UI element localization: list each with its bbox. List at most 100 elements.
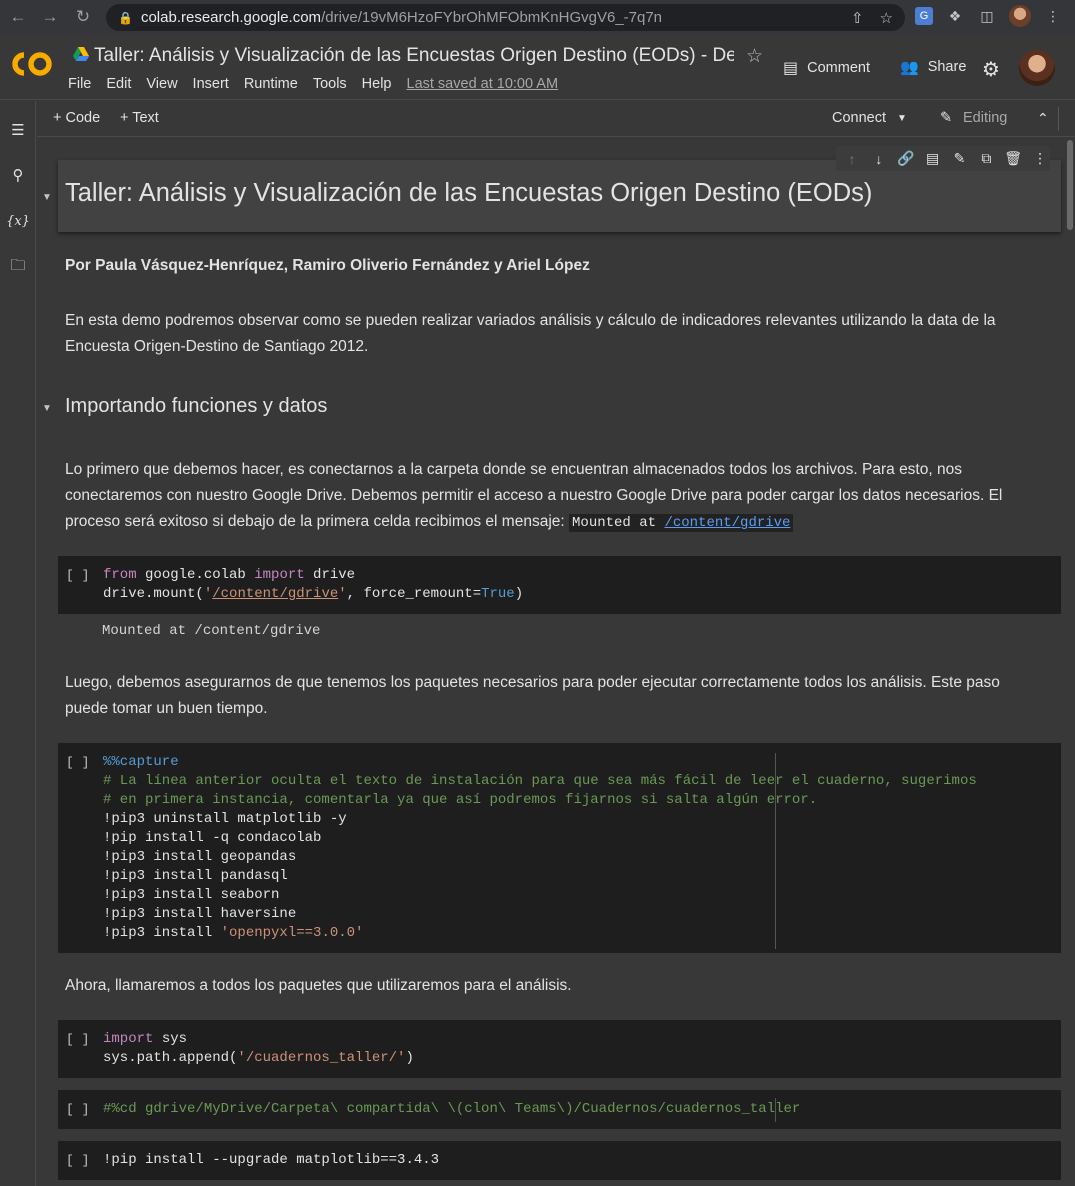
connect-drive-text: Lo primero que debemos hacer, es conecta… <box>65 457 1040 536</box>
translate-extension-icon[interactable]: G <box>915 7 933 25</box>
menu-runtime[interactable]: Runtime <box>244 76 298 92</box>
files-folder-icon[interactable]: 🗀 <box>7 256 29 278</box>
menu-edit[interactable]: Edit <box>106 76 131 92</box>
search-icon[interactable]: ⚲ <box>7 164 29 186</box>
bookmark-star-icon[interactable]: ☆ <box>880 9 893 27</box>
inline-code-link[interactable]: /content/gdrive <box>664 515 790 531</box>
code-editor[interactable]: from google.colab import drive drive.mou… <box>103 566 523 604</box>
menu-insert[interactable]: Insert <box>193 76 229 92</box>
url-path: /drive/19vM6HzoFYbrOhMFObmKnHGvgV6_-7q7n <box>321 9 663 26</box>
browser-chrome: ← → ↻ 🔒 colab.research.google.com/drive/… <box>0 0 1075 35</box>
google-drive-icon[interactable] <box>73 47 89 61</box>
authors-bold: Por Paula Vásquez-Henríquez, Ramiro Oliv… <box>65 257 590 274</box>
code-editor[interactable]: #%cd gdrive/MyDrive/Carpeta\ compartida\… <box>103 1100 800 1119</box>
connect-dropdown-icon[interactable]: ▼ <box>897 113 907 124</box>
code-line: !pip3 install pandasql <box>103 868 288 884</box>
forward-icon[interactable]: → <box>37 4 63 30</box>
user-avatar[interactable] <box>1019 50 1055 86</box>
side-panel-icon[interactable]: ◫ <box>977 6 997 26</box>
reload-icon[interactable]: ↻ <box>70 4 96 30</box>
browser-menu-icon[interactable]: ⋮ <box>1043 6 1063 26</box>
inline-code-prefix: Mounted at <box>572 515 665 531</box>
code-line-prefix: !pip3 install <box>103 925 221 941</box>
people-icon: 👥 <box>900 59 919 76</box>
address-bar[interactable]: 🔒 colab.research.google.com/drive/19vM6H… <box>106 4 905 31</box>
collapse-header-icon[interactable]: ⌃ <box>1037 110 1049 127</box>
table-of-contents-icon[interactable]: ☰ <box>7 119 29 141</box>
editing-mode-button[interactable]: Editing <box>963 110 1007 126</box>
code-editor[interactable]: !pip install --upgrade matplotlib==3.4.3 <box>103 1151 439 1170</box>
notebook-title[interactable]: Taller: Análisis y Visualización de las … <box>94 45 734 67</box>
run-cell-button[interactable]: [ ] <box>66 755 89 770</box>
app-header: Taller: Análisis y Visualización de las … <box>0 35 1075 100</box>
cell-output: Mounted at /content/gdrive <box>102 623 321 639</box>
ruler-line <box>775 753 776 949</box>
magic-line: %%capture <box>103 754 179 770</box>
share-page-icon[interactable]: ⇧ <box>851 9 864 27</box>
code-line: !pip3 install geopandas <box>103 849 297 865</box>
extensions-puzzle-icon[interactable]: ❖ <box>945 6 965 26</box>
cell-toolbar: ↑ ↓ 🔗 ▤ ✎ ⧉ 🗑 ⋮ <box>836 146 1050 171</box>
move-down-icon[interactable]: ↓ <box>869 151 889 167</box>
back-icon[interactable]: ← <box>5 4 31 30</box>
menu-view[interactable]: View <box>146 76 177 92</box>
delete-cell-icon[interactable]: 🗑 <box>1003 150 1023 167</box>
run-cell-button[interactable]: [ ] <box>66 568 89 583</box>
left-sidebar: ☰ ⚲ {x} 🗀 <box>0 101 36 1186</box>
add-code-button[interactable]: + Code <box>53 110 100 126</box>
ruler-line <box>775 1098 776 1122</box>
lock-icon: 🔒 <box>118 10 133 25</box>
share-button[interactable]: 👥 Share <box>900 58 966 76</box>
scrollbar-thumb[interactable] <box>1067 140 1073 230</box>
collapse-section-icon[interactable]: ▼ <box>42 403 52 414</box>
move-up-icon[interactable]: ↑ <box>842 151 862 167</box>
mirror-cell-icon[interactable]: ⧉ <box>976 150 996 167</box>
code-line: !pip3 install haversine <box>103 906 297 922</box>
collapse-section-icon[interactable]: ▼ <box>42 192 52 203</box>
connect-drive-body: Lo primero que debemos hacer, es conecta… <box>65 461 1003 530</box>
code-editor[interactable]: %%capture # La línea anterior oculta el … <box>103 753 977 943</box>
intro-text: En esta demo podremos observar como se p… <box>65 312 996 355</box>
comment-button[interactable]: ▤ Comment <box>783 58 870 78</box>
notebook-heading: Taller: Análisis y Visualización de las … <box>65 179 873 207</box>
add-text-button[interactable]: + Text <box>120 110 159 126</box>
connect-button[interactable]: Connect <box>832 110 886 126</box>
comment-line: # La línea anterior oculta el texto de i… <box>103 773 977 789</box>
code-cell-pip-install[interactable]: [ ] %%capture # La línea anterior oculta… <box>58 743 1061 953</box>
run-cell-button[interactable]: [ ] <box>66 1102 89 1117</box>
colab-logo-icon[interactable] <box>10 49 54 79</box>
run-cell-button[interactable]: [ ] <box>66 1153 89 1168</box>
more-options-icon[interactable]: ⋮ <box>1030 150 1050 167</box>
variables-icon[interactable]: {x} <box>6 210 30 232</box>
code-cell-drive-mount[interactable]: [ ] from google.colab import drive drive… <box>58 556 1061 614</box>
menu-tools[interactable]: Tools <box>313 76 347 92</box>
link-icon[interactable]: 🔗 <box>896 150 916 167</box>
code-cell-upgrade-matplotlib[interactable]: [ ] !pip install --upgrade matplotlib==3… <box>58 1141 1061 1180</box>
notebook-body: ↑ ↓ 🔗 ▤ ✎ ⧉ 🗑 ⋮ ▼ Taller: Análisis y Vis… <box>37 138 1075 1186</box>
comment-icon: ▤ <box>783 60 799 77</box>
last-saved-link[interactable]: Last saved at 10:00 AM <box>407 76 559 92</box>
edit-cell-icon[interactable]: ✎ <box>950 150 970 167</box>
comment-cell-icon[interactable]: ▤ <box>923 150 943 167</box>
authors-text: Por Paula Vásquez-Henríquez, Ramiro Oliv… <box>65 253 1040 279</box>
notebook-toolbar: + Code + Text Connect ▼ ✎ Editing ⌃ <box>37 101 1075 137</box>
menu-help[interactable]: Help <box>362 76 392 92</box>
code-line: !pip install -q condacolab <box>103 830 322 846</box>
mounted-inline-code: Mounted at /content/gdrive <box>569 514 794 532</box>
browser-profile-avatar[interactable] <box>1009 5 1031 27</box>
menu-file[interactable]: File <box>68 76 91 92</box>
toolbar-divider <box>1058 107 1059 131</box>
settings-gear-icon[interactable]: ⚙ <box>982 57 1000 82</box>
import-text: Ahora, llamaremos a todos los paquetes q… <box>65 977 572 994</box>
url-host: colab.research.google.com <box>140 9 322 26</box>
comment-label: Comment <box>807 60 870 76</box>
share-label: Share <box>927 59 967 75</box>
code-cell-cd[interactable]: [ ] #%cd gdrive/MyDrive/Carpeta\ compart… <box>58 1090 1061 1129</box>
code-line: !pip3 install seaborn <box>103 887 280 903</box>
star-icon[interactable]: ☆ <box>746 45 763 68</box>
code-cell-sys-path[interactable]: [ ] import sys sys.path.append('/cuadern… <box>58 1020 1061 1078</box>
run-cell-button[interactable]: [ ] <box>66 1032 89 1047</box>
code-editor[interactable]: import sys sys.path.append('/cuadernos_t… <box>103 1030 414 1068</box>
pencil-icon: ✎ <box>940 110 953 126</box>
notebook-scrollbar[interactable] <box>1065 138 1075 1186</box>
